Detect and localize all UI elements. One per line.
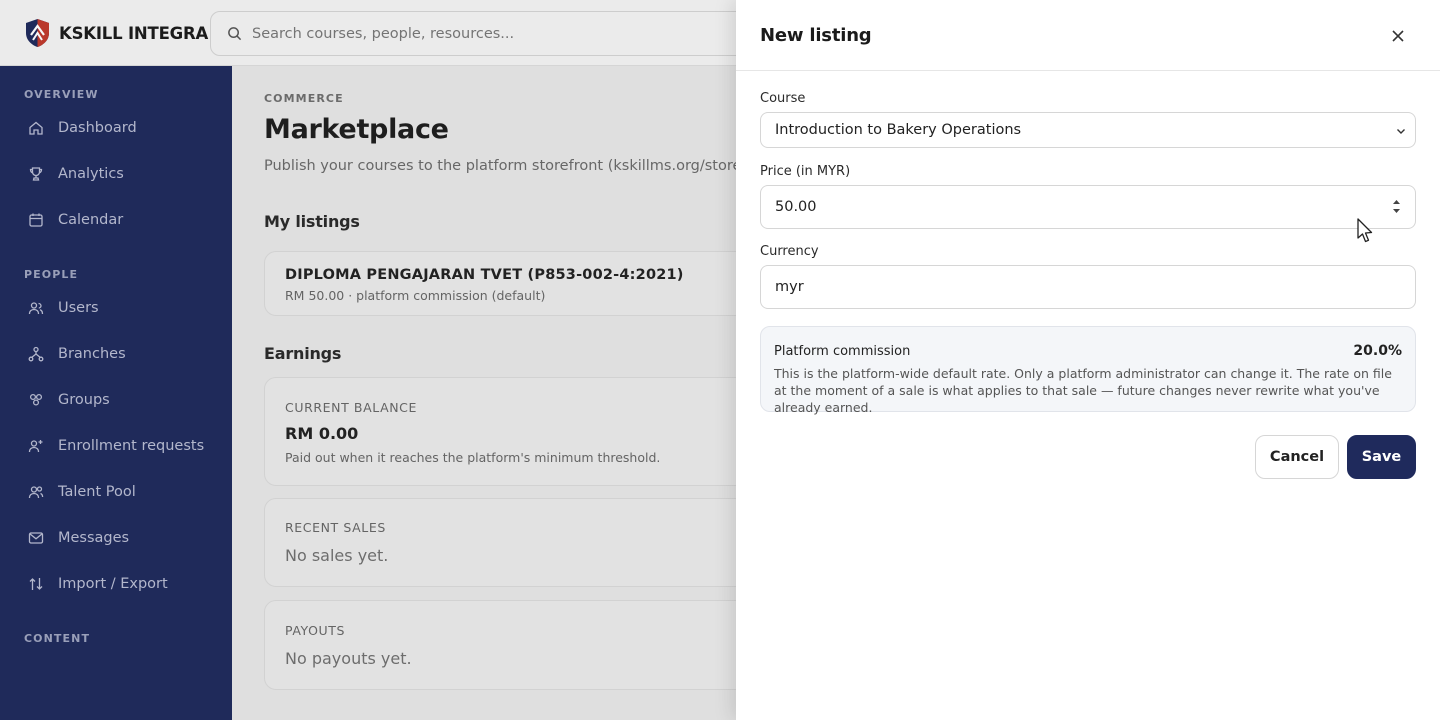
price-input-value: 50.00 bbox=[775, 199, 817, 215]
currency-input[interactable]: myr bbox=[760, 265, 1416, 309]
save-button[interactable]: Save bbox=[1347, 435, 1416, 479]
chevron-down-icon bbox=[1397, 129, 1405, 134]
currency-input-value: myr bbox=[775, 279, 804, 295]
new-listing-drawer: New listing Course Introduction to Baker… bbox=[736, 0, 1440, 720]
currency-label: Currency bbox=[760, 244, 819, 259]
commission-title: Platform commission bbox=[774, 344, 911, 359]
close-button[interactable] bbox=[1388, 26, 1408, 46]
price-input[interactable]: 50.00 bbox=[760, 185, 1416, 229]
mouse-cursor-icon bbox=[1357, 218, 1373, 243]
drawer-title: New listing bbox=[760, 25, 872, 46]
commission-description: This is the platform-wide default rate. … bbox=[774, 366, 1392, 415]
cancel-button[interactable]: Cancel bbox=[1255, 435, 1339, 479]
course-select[interactable]: Introduction to Bakery Operations bbox=[760, 112, 1416, 148]
drawer-header: New listing bbox=[736, 0, 1440, 71]
stepper-up-icon[interactable] bbox=[1392, 199, 1401, 205]
number-stepper[interactable] bbox=[1392, 199, 1401, 214]
close-icon bbox=[1392, 30, 1404, 42]
stepper-down-icon[interactable] bbox=[1392, 208, 1401, 214]
commission-rate: 20.0% bbox=[1353, 343, 1402, 359]
price-label: Price (in MYR) bbox=[760, 164, 851, 179]
commission-info-box: Platform commission 20.0% This is the pl… bbox=[760, 326, 1416, 415]
course-label: Course bbox=[760, 91, 806, 106]
modal-backdrop[interactable] bbox=[0, 0, 736, 720]
course-select-value: Introduction to Bakery Operations bbox=[775, 122, 1022, 138]
